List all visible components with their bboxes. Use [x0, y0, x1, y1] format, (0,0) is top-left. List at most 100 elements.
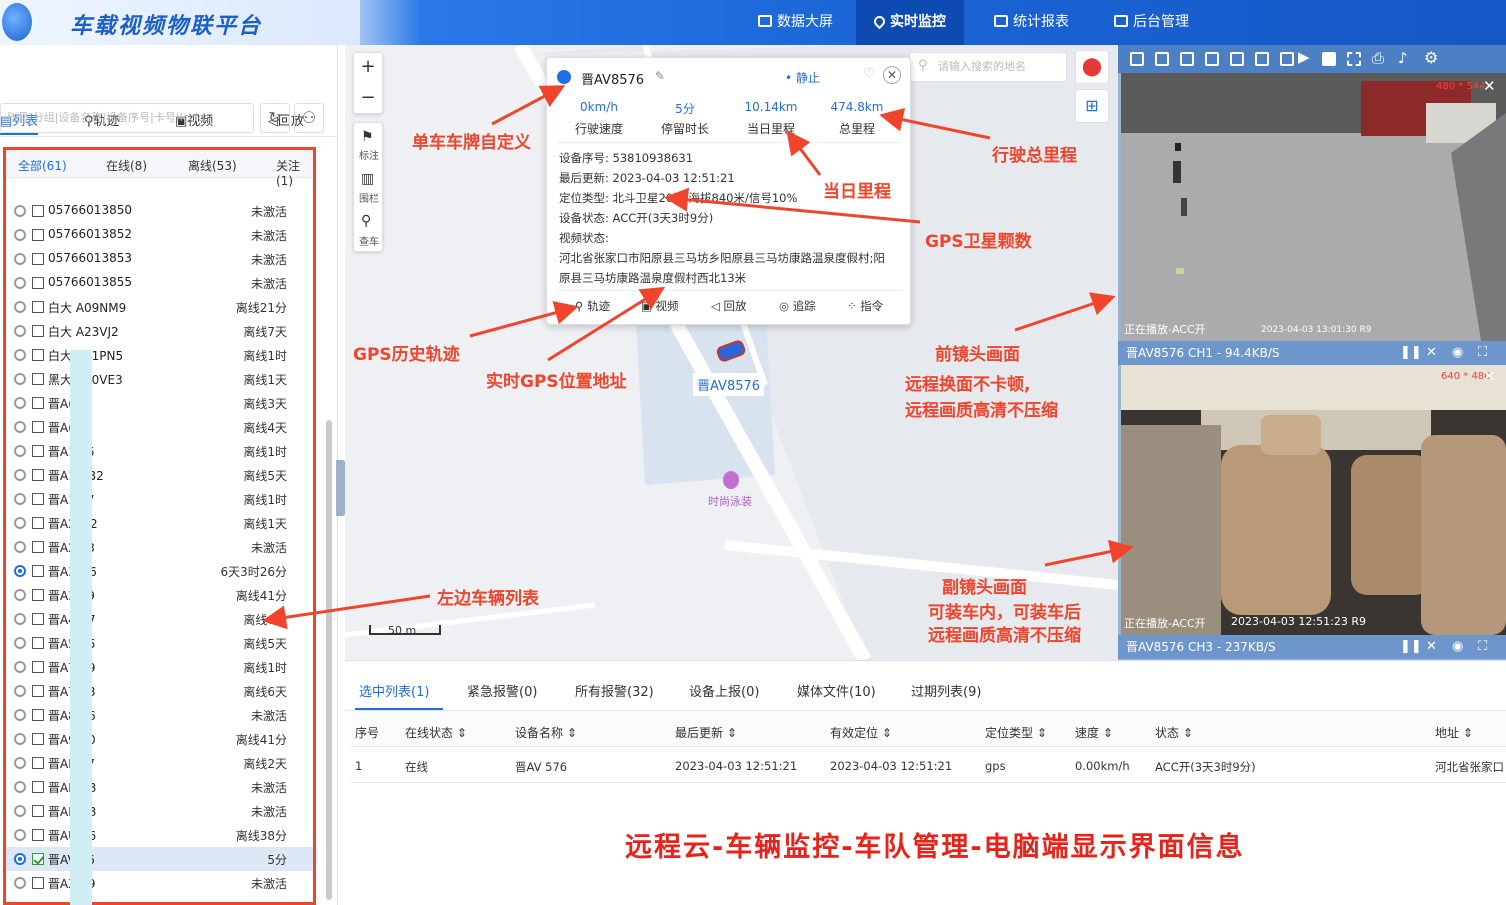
settings-icon[interactable]: ⚙ — [1424, 48, 1438, 67]
locate-radio[interactable] — [14, 445, 26, 457]
select-checkbox[interactable] — [32, 301, 44, 313]
vehicle-search-input[interactable]: 账号|分组|设备名称|设备序号|卡号|Iccid — [0, 103, 254, 133]
list-item[interactable]: 晋A7 R3离线6天 — [6, 679, 313, 703]
locate-radio[interactable] — [14, 493, 26, 505]
col-status[interactable]: 状态 ⇕ — [1155, 724, 1193, 741]
layer-button[interactable]: ⊞ — [1075, 89, 1109, 123]
action-video[interactable]: ▣ 视频 — [641, 298, 679, 314]
select-checkbox[interactable] — [32, 253, 44, 265]
locate-radio[interactable] — [14, 253, 26, 265]
layout-4-icon[interactable] — [1180, 52, 1194, 66]
select-checkbox[interactable] — [32, 541, 44, 553]
list-item[interactable]: 黑大 A80VE3 离线1天 — [6, 367, 313, 391]
popup-plate[interactable]: 晋AV8576 — [581, 69, 644, 88]
locate-radio[interactable] — [14, 877, 26, 889]
col-valid-loc[interactable]: 有效定位 ⇕ — [830, 724, 892, 741]
select-checkbox[interactable] — [32, 445, 44, 457]
locate-radio[interactable] — [14, 517, 26, 529]
locate-radio[interactable] — [14, 349, 26, 361]
nav-statistics[interactable]: 统计报表 — [976, 0, 1087, 45]
select-checkbox[interactable] — [32, 349, 44, 361]
select-checkbox[interactable] — [32, 397, 44, 409]
tab-all-alarms[interactable]: 所有报警(32) — [575, 681, 654, 700]
list-item[interactable]: 晋AH 68未激活 — [6, 775, 313, 799]
list-scrollbar[interactable] — [326, 420, 332, 900]
zoom-out-button[interactable]: − — [354, 84, 382, 114]
locate-radio[interactable] — [14, 469, 26, 481]
select-checkbox[interactable] — [32, 637, 44, 649]
pause-icon[interactable]: ❚❚ — [1400, 635, 1422, 659]
layout-9-icon[interactable] — [1255, 52, 1269, 66]
tool-mark[interactable]: 标注 — [354, 147, 384, 162]
action-command[interactable]: ⁘ 指令 — [847, 298, 883, 314]
list-item[interactable]: 晋A1 VB2离线5天 — [6, 463, 313, 487]
select-checkbox[interactable] — [32, 805, 44, 817]
filter-follow[interactable]: 关注(1) — [276, 157, 313, 188]
ch3-close-icon[interactable]: ✕ — [1483, 367, 1496, 385]
locate-radio[interactable] — [14, 733, 26, 745]
layout-2-icon[interactable] — [1155, 52, 1169, 66]
tab-selected-list[interactable]: 选中列表(1) — [359, 681, 429, 700]
snapshot-icon[interactable]: ◉ — [1452, 341, 1463, 365]
list-item[interactable]: 晋A2 53未激活 — [6, 535, 313, 559]
locate-radio[interactable] — [14, 613, 26, 625]
location-pin-button[interactable]: ⬤ — [1075, 50, 1109, 84]
select-checkbox[interactable] — [32, 661, 44, 673]
col-address[interactable]: 地址 ⇕ — [1435, 724, 1473, 741]
layout-1-icon[interactable] — [1130, 52, 1144, 66]
select-checkbox[interactable] — [32, 565, 44, 577]
select-checkbox[interactable] — [32, 493, 44, 505]
list-item[interactable]: 05766013852 未激活 — [6, 223, 313, 247]
play-icon[interactable]: ▶ — [1298, 48, 1310, 66]
locate-radio[interactable] — [14, 421, 26, 433]
locate-radio[interactable] — [14, 781, 26, 793]
select-checkbox[interactable] — [32, 877, 44, 889]
col-device[interactable]: 设备名称 ⇕ — [515, 724, 577, 741]
action-playback[interactable]: ◁ 回放 — [711, 298, 747, 314]
zoom-in-button[interactable]: + — [354, 53, 382, 83]
list-item[interactable]: 05766013850 未激活 — [6, 199, 313, 223]
list-item[interactable]: 晋AV 765分 — [6, 847, 313, 871]
mute-icon[interactable]: ✕ — [1426, 341, 1437, 365]
tab-emergency-alarm[interactable]: 紧急报警(0) — [467, 681, 537, 700]
list-item[interactable]: 晋A4 C7离线6天 — [6, 607, 313, 631]
select-checkbox[interactable] — [32, 517, 44, 529]
list-item[interactable]: 晋A1 P7离线1时 — [6, 487, 313, 511]
locate-radio[interactable] — [14, 829, 26, 841]
place-search-input[interactable]: 请输入搜索的地名 — [909, 52, 1067, 82]
select-checkbox[interactable] — [32, 733, 44, 745]
list-item[interactable]: 晋AE 27离线2天 — [6, 751, 313, 775]
locate-radio[interactable] — [14, 805, 26, 817]
select-checkbox[interactable] — [32, 277, 44, 289]
locate-radio[interactable] — [14, 685, 26, 697]
locate-radio[interactable] — [14, 205, 26, 217]
locate-radio[interactable] — [14, 589, 26, 601]
locate-radio[interactable] — [14, 637, 26, 649]
list-item[interactable]: 白大 A09NM9 离线21分 — [6, 295, 313, 319]
select-checkbox[interactable] — [32, 757, 44, 769]
add-user-button[interactable]: ⚇ — [294, 103, 324, 133]
filter-online[interactable]: 在线(8) — [106, 157, 147, 174]
col-updated[interactable]: 最后更新 ⇕ — [675, 724, 737, 741]
locate-radio[interactable] — [14, 709, 26, 721]
locate-radio[interactable] — [14, 565, 26, 577]
tab-media-files[interactable]: 媒体文件(10) — [797, 681, 876, 700]
select-checkbox[interactable] — [32, 781, 44, 793]
expand-icon[interactable]: ⛶ — [1478, 341, 1487, 365]
close-icon[interactable]: ✕ — [883, 66, 901, 84]
locate-radio[interactable] — [14, 661, 26, 673]
locate-radio[interactable] — [14, 373, 26, 385]
list-item[interactable]: 晋A8 R6未激活 — [6, 703, 313, 727]
action-track[interactable]: ⚲ 轨迹 — [575, 298, 610, 314]
locate-radio[interactable] — [14, 853, 26, 865]
list-item[interactable]: 晋A7 V9离线1时 — [6, 655, 313, 679]
tab-device-report[interactable]: 设备上报(0) — [689, 681, 759, 700]
locate-radio[interactable] — [14, 277, 26, 289]
layout-16-icon[interactable] — [1280, 52, 1294, 66]
locate-radio[interactable] — [14, 229, 26, 241]
locate-radio[interactable] — [14, 325, 26, 337]
filter-all[interactable]: 全部(61) — [18, 157, 67, 174]
select-checkbox[interactable] — [32, 469, 44, 481]
nav-realtime-monitor[interactable]: 实时监控 — [856, 0, 964, 45]
select-checkbox[interactable] — [32, 613, 44, 625]
